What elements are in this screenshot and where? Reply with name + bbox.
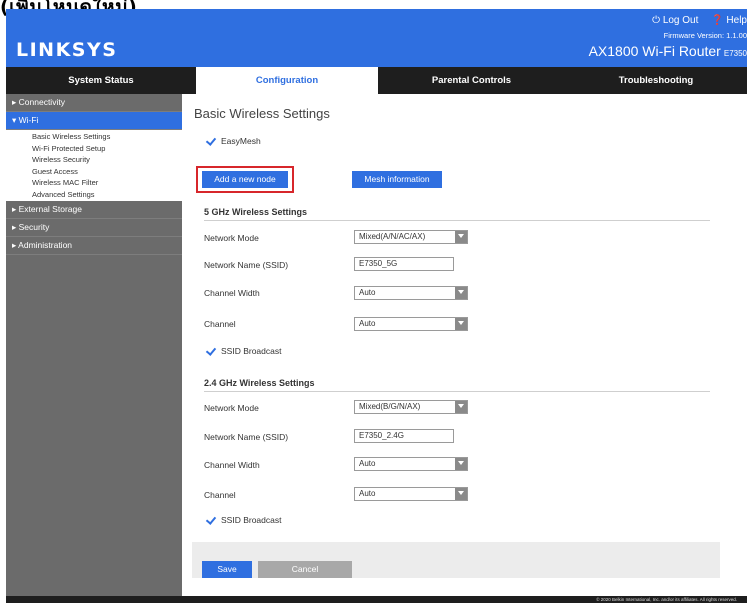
- network-mode-24g-select[interactable]: Mixed(B/G/N/AX): [354, 400, 468, 414]
- submenu-advanced[interactable]: Advanced Settings: [6, 189, 182, 201]
- dropdown-arrow-icon: [455, 458, 467, 470]
- select-value: Mixed(A/N/AC/AX): [359, 232, 426, 241]
- submenu-wireless-security[interactable]: Wireless Security: [6, 154, 182, 166]
- tab-configuration[interactable]: Configuration: [196, 67, 378, 94]
- dropdown-arrow-icon: [455, 231, 467, 243]
- submenu-guest-access[interactable]: Guest Access: [6, 166, 182, 178]
- help-link[interactable]: ❓ Help: [711, 15, 747, 26]
- easymesh-label: EasyMesh: [221, 136, 261, 146]
- sidebar-item-label: Security: [18, 222, 50, 232]
- submenu-wps[interactable]: Wi-Fi Protected Setup: [6, 143, 182, 155]
- dropdown-arrow-icon: [455, 318, 467, 330]
- help-icon: ❓: [711, 15, 724, 26]
- select-value: Auto: [359, 288, 376, 297]
- easymesh-checkbox[interactable]: EasyMesh: [206, 136, 261, 146]
- ssid-broadcast-5g-checkbox[interactable]: SSID Broadcast: [206, 346, 281, 356]
- dropdown-arrow-icon: [455, 488, 467, 500]
- header-links: ⏻ Log Out ❓ Help: [642, 15, 747, 26]
- ssid-broadcast-24g-checkbox[interactable]: SSID Broadcast: [206, 515, 281, 525]
- dropdown-arrow-icon: [455, 287, 467, 299]
- cancel-button[interactable]: Cancel: [258, 561, 352, 578]
- copyright-text: © 2020 Belkin International, Inc. and/or…: [596, 597, 737, 602]
- sidebar-item-administration[interactable]: ▸ Administration: [6, 237, 182, 255]
- channel-width-24g-select[interactable]: Auto: [354, 457, 468, 471]
- sidebar-item-external-storage[interactable]: ▸ External Storage: [6, 201, 182, 219]
- tab-troubleshooting[interactable]: Troubleshooting: [565, 67, 747, 94]
- wifi-submenu: Basic Wireless Settings Wi-Fi Protected …: [6, 130, 182, 201]
- select-value: Auto: [359, 459, 376, 468]
- section-24ghz: 2.4 GHz Wireless Settings: [204, 378, 710, 392]
- submenu-mac-filter[interactable]: Wireless MAC Filter: [6, 177, 182, 189]
- channel-width-label: Channel Width: [204, 460, 260, 470]
- footer-bar: © 2020 Belkin International, Inc. and/or…: [6, 596, 747, 603]
- checkmark-icon: [206, 347, 215, 356]
- sidebar-item-security[interactable]: ▸ Security: [6, 219, 182, 237]
- ssid-5g-input[interactable]: E7350_5G: [354, 257, 454, 271]
- sidebar-item-label: Administration: [18, 240, 73, 250]
- sidebar: ▸ Connectivity ▾ Wi-Fi Basic Wireless Se…: [6, 94, 182, 596]
- channel-label: Channel: [204, 490, 236, 500]
- chevron-right-icon: ▸: [12, 222, 19, 232]
- network-mode-5g-select[interactable]: Mixed(A/N/AC/AX): [354, 230, 468, 244]
- channel-label: Channel: [204, 319, 236, 329]
- sidebar-item-label: External Storage: [18, 204, 82, 214]
- router-model-code: E7350: [723, 49, 747, 58]
- main-panel: Basic Wireless Settings EasyMesh Add a n…: [182, 94, 747, 596]
- linksys-logo: LINKSYS: [16, 39, 118, 61]
- sidebar-item-wifi[interactable]: ▾ Wi-Fi: [6, 112, 182, 130]
- channel-5g-select[interactable]: Auto: [354, 317, 468, 331]
- channel-width-5g-select[interactable]: Auto: [354, 286, 468, 300]
- action-bar: Save Cancel: [192, 542, 720, 578]
- page-title: Basic Wireless Settings: [194, 106, 330, 121]
- section-5ghz: 5 GHz Wireless Settings: [204, 207, 710, 221]
- header-bar: LINKSYS ⏻ Log Out ❓ Help Firmware Versio…: [6, 9, 747, 67]
- sidebar-item-label: Wi-Fi: [18, 115, 39, 125]
- power-icon: ⏻: [652, 15, 661, 26]
- save-button[interactable]: Save: [202, 561, 252, 578]
- ssid-broadcast-label: SSID Broadcast: [221, 515, 282, 525]
- submenu-basic-wireless[interactable]: Basic Wireless Settings: [6, 131, 182, 143]
- router-model-name: AX1800 Wi-Fi Router: [588, 43, 721, 59]
- chevron-right-icon: ▸: [12, 97, 19, 107]
- add-node-button[interactable]: Add a new node: [202, 171, 288, 188]
- firmware-version: Firmware Version: 1.1.00: [663, 31, 747, 40]
- select-value: Auto: [359, 489, 376, 498]
- mesh-info-button[interactable]: Mesh information: [352, 171, 442, 188]
- channel-24g-select[interactable]: Auto: [354, 487, 468, 501]
- logout-link[interactable]: ⏻ Log Out: [652, 15, 701, 26]
- ssid-24g-input[interactable]: E7350_2.4G: [354, 429, 454, 443]
- select-value: Mixed(B/G/N/AX): [359, 402, 421, 411]
- chevron-right-icon: ▸: [12, 204, 19, 214]
- help-label: Help: [726, 15, 747, 26]
- checkmark-icon: [206, 516, 215, 525]
- tab-parental-controls[interactable]: Parental Controls: [378, 67, 565, 94]
- tab-system-status[interactable]: System Status: [6, 67, 196, 94]
- router-model: AX1800 Wi-Fi Router E7350: [589, 43, 747, 59]
- checkmark-icon: [206, 137, 215, 146]
- ssid-label: Network Name (SSID): [204, 432, 289, 442]
- ssid-label: Network Name (SSID): [204, 260, 289, 270]
- sidebar-item-connectivity[interactable]: ▸ Connectivity: [6, 94, 182, 112]
- ssid-broadcast-label: SSID Broadcast: [221, 346, 282, 356]
- sidebar-item-label: Connectivity: [18, 97, 65, 107]
- select-value: Auto: [359, 319, 376, 328]
- channel-width-label: Channel Width: [204, 288, 260, 298]
- logout-label: Log Out: [662, 15, 699, 26]
- network-mode-label: Network Mode: [204, 403, 259, 413]
- chevron-down-icon: ▾: [12, 115, 19, 125]
- main-tabs: System Status Configuration Parental Con…: [6, 67, 747, 94]
- dropdown-arrow-icon: [455, 401, 467, 413]
- network-mode-label: Network Mode: [204, 233, 259, 243]
